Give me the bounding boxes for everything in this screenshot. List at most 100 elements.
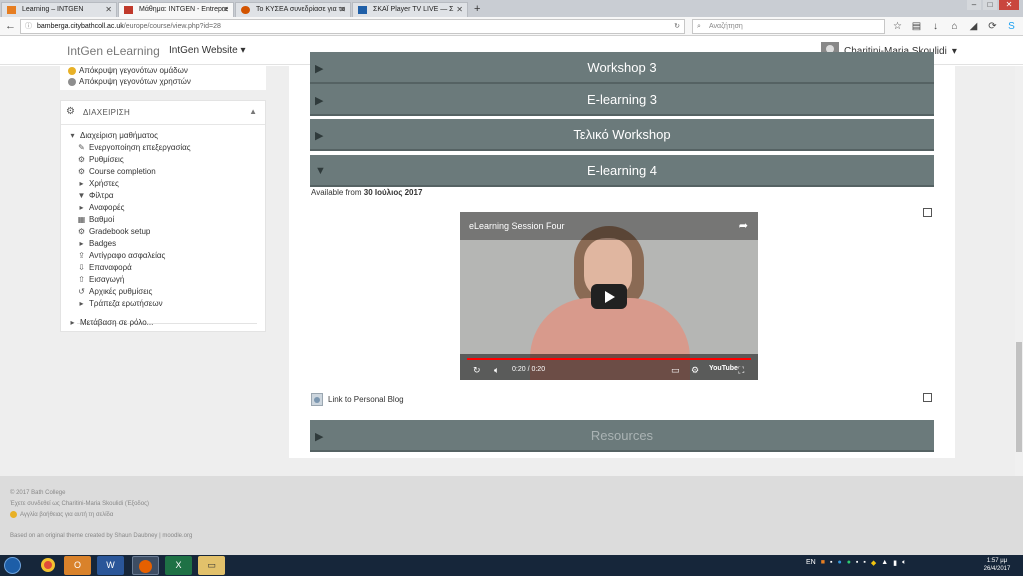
taskbar-clock[interactable]: 1:57 μμ 26/4/2017	[979, 557, 1015, 573]
start-button[interactable]	[4, 557, 21, 574]
site-brand[interactable]: IntGen eLearning	[67, 44, 160, 58]
language-indicator[interactable]: EN	[806, 559, 816, 567]
pocket-icon[interactable]: ◢	[966, 19, 981, 34]
course-administration-node[interactable]: ▾ Διαχείριση μαθήματος	[68, 131, 157, 140]
section-header-final-workshop[interactable]: ▶ Τελικό Workshop	[310, 119, 934, 151]
switch-role-node[interactable]: ▸ Μετάβαση σε ρόλο...	[68, 318, 153, 327]
close-tab-icon[interactable]: ✕	[339, 3, 346, 17]
scrollbar-thumb[interactable]	[1016, 342, 1022, 452]
browser-tab[interactable]: Το ΚΥΣΕΑ συνεδρίασε για το ✕	[235, 2, 351, 17]
help-icon	[10, 511, 17, 518]
hide-user-events-link[interactable]: Απόκρυψη γεγονότων χρηστών	[68, 77, 191, 86]
footer-help-link[interactable]: Αγγλία βοήθειας για αυτή τη σελίδα	[10, 511, 113, 518]
availability-prefix: Available from	[311, 188, 362, 197]
browser-tab-active[interactable]: Μάθημα: INTGEN - Entrepre ✕	[118, 2, 234, 17]
filters-link[interactable]: ▼ Φίλτρα	[77, 191, 114, 200]
restore-link[interactable]: ⇩ Επαναφορά	[77, 263, 132, 272]
tray-app-icon[interactable]: ◆	[871, 559, 876, 567]
browser-search-box[interactable]: ⌕ Αναζήτηση	[692, 19, 885, 34]
close-tab-icon[interactable]: ✕	[105, 3, 112, 17]
download-icon[interactable]: ↓	[928, 19, 943, 34]
tray-app-icon[interactable]: ▪	[830, 559, 832, 567]
badges-node[interactable]: ▸ Badges	[77, 239, 116, 248]
sync-icon[interactable]: ⟳	[985, 19, 1000, 34]
turn-editing-on-link[interactable]: ✎ Ενεργοποίηση επεξεργασίας	[77, 143, 191, 152]
chrome-icon[interactable]	[34, 556, 61, 575]
filter-icon: ▼	[77, 191, 86, 200]
section-header-resources[interactable]: ▶ Resources	[310, 420, 934, 452]
reload-icon[interactable]: ↻	[674, 20, 680, 33]
site-menu-dropdown[interactable]: IntGen Website ▾	[169, 45, 246, 56]
page-scrollbar[interactable]	[1015, 66, 1023, 476]
address-bar[interactable]: ⓘ bamberga.citybathcoll.ac.uk/europe/cou…	[20, 19, 685, 34]
file-explorer-icon[interactable]: ▭	[198, 556, 225, 575]
info-icon[interactable]: ⓘ	[25, 20, 32, 33]
settings-link[interactable]: ⚙ Ρυθμίσεις	[77, 155, 124, 164]
section-title: Resources	[590, 428, 654, 443]
video-progress-bar[interactable]	[467, 358, 751, 360]
import-label: Εισαγωγή	[89, 275, 125, 284]
tray-app-icon[interactable]: ●	[847, 559, 851, 567]
backup-link[interactable]: ⇪ Αντίγραφο ασφαλείας	[77, 251, 165, 260]
subtitles-icon[interactable]: ▭	[671, 365, 680, 376]
close-window-icon[interactable]: ✕	[999, 0, 1019, 10]
chevron-right-icon: ▸	[79, 203, 84, 212]
tray-app-icon[interactable]: ▪	[863, 559, 865, 567]
tray-app-icon[interactable]: ▪	[856, 559, 858, 567]
browser-tab[interactable]: Learning – INTGEN ✕	[1, 2, 117, 17]
section-header-e-learning-3[interactable]: ▶ E-learning 3	[310, 84, 934, 116]
collapse-block-icon[interactable]: ▲	[249, 107, 257, 116]
import-link[interactable]: ⇧ Εισαγωγή	[77, 275, 124, 284]
hide-group-events-link[interactable]: Απόκρυψη γεγονότων ομάδων	[68, 66, 188, 75]
outlook-icon[interactable]: O	[64, 556, 91, 575]
minimize-icon[interactable]: –	[967, 0, 981, 10]
grades-label: Βαθμοί	[89, 215, 115, 224]
maximize-icon[interactable]: □	[983, 0, 997, 10]
users-node[interactable]: ▸ Χρήστες	[77, 179, 118, 188]
volume-icon[interactable]: 🔈︎	[494, 365, 499, 376]
settings-gear-icon[interactable]: ⚙	[691, 365, 699, 376]
tray-app-icon[interactable]: ●	[837, 559, 841, 567]
browser-tab[interactable]: ΣΚΑΪ Player TV LIVE — Σ ✕	[352, 2, 468, 17]
chevron-right-icon: ▸	[79, 179, 84, 188]
fullscreen-icon[interactable]: ⛶	[738, 365, 744, 376]
search-icon: ⌕	[697, 23, 701, 30]
network-icon[interactable]: ▮	[893, 559, 897, 567]
clock-date: 26/4/2017	[983, 566, 1011, 572]
excel-icon[interactable]: X	[165, 556, 192, 575]
volume-tray-icon[interactable]: 🔈︎	[902, 559, 906, 567]
grades-link[interactable]: ▦ Βαθμοί	[77, 215, 115, 224]
backup-icon: ⇪	[78, 251, 85, 260]
back-icon[interactable]: ←	[3, 19, 18, 34]
course-completion-link[interactable]: ⚙ Course completion	[77, 167, 156, 176]
reading-list-icon[interactable]: ▤	[909, 19, 924, 34]
question-bank-node[interactable]: ▸ Τράπεζα ερωτήσεων	[77, 299, 162, 308]
section-header-workshop-3[interactable]: ▶ Workshop 3	[310, 52, 934, 84]
video-title[interactable]: eLearning Session Four	[469, 221, 565, 231]
url-host: bamberga.citybathcoll.ac.uk	[37, 23, 124, 30]
section-header-e-learning-4[interactable]: ▼ E-learning 4	[310, 155, 934, 187]
reset-link[interactable]: ↺ Αρχικές ρυθμίσεις	[77, 287, 152, 296]
completion-checkbox[interactable]	[923, 393, 932, 402]
gradebook-setup-link[interactable]: ⚙ Gradebook setup	[77, 227, 150, 236]
play-button[interactable]	[591, 284, 627, 309]
tray-app-icon[interactable]: ■	[821, 559, 825, 567]
word-icon[interactable]: W	[97, 556, 124, 575]
new-tab-button[interactable]: +	[474, 2, 480, 17]
replay-icon[interactable]: ↻	[473, 365, 481, 376]
bookmark-star-icon[interactable]: ☆	[890, 19, 905, 34]
footer-logged-in[interactable]: Έχετε συνδεθεί ως Charitini-Maria Skouli…	[10, 501, 149, 507]
close-tab-icon[interactable]: ✕	[222, 3, 229, 17]
home-icon[interactable]: ⌂	[947, 19, 962, 34]
close-tab-icon[interactable]: ✕	[456, 3, 463, 17]
personal-blog-link[interactable]: Link to Personal Blog	[311, 393, 404, 406]
reports-node[interactable]: ▸ Αναφορές	[77, 203, 124, 212]
youtube-logo[interactable]: YouTube	[709, 365, 738, 372]
completion-checkbox[interactable]	[923, 208, 932, 217]
tray-app-icon[interactable]: ▲	[881, 559, 888, 567]
moodle-favicon-icon	[124, 6, 133, 14]
share-icon[interactable]: ➦	[739, 219, 748, 232]
skype-icon[interactable]: S	[1004, 19, 1019, 34]
embedded-video-player[interactable]: eLearning Session Four ➦ ↻ 🔈︎ 0:20 / 0:2…	[460, 212, 758, 380]
firefox-icon[interactable]	[132, 556, 159, 575]
